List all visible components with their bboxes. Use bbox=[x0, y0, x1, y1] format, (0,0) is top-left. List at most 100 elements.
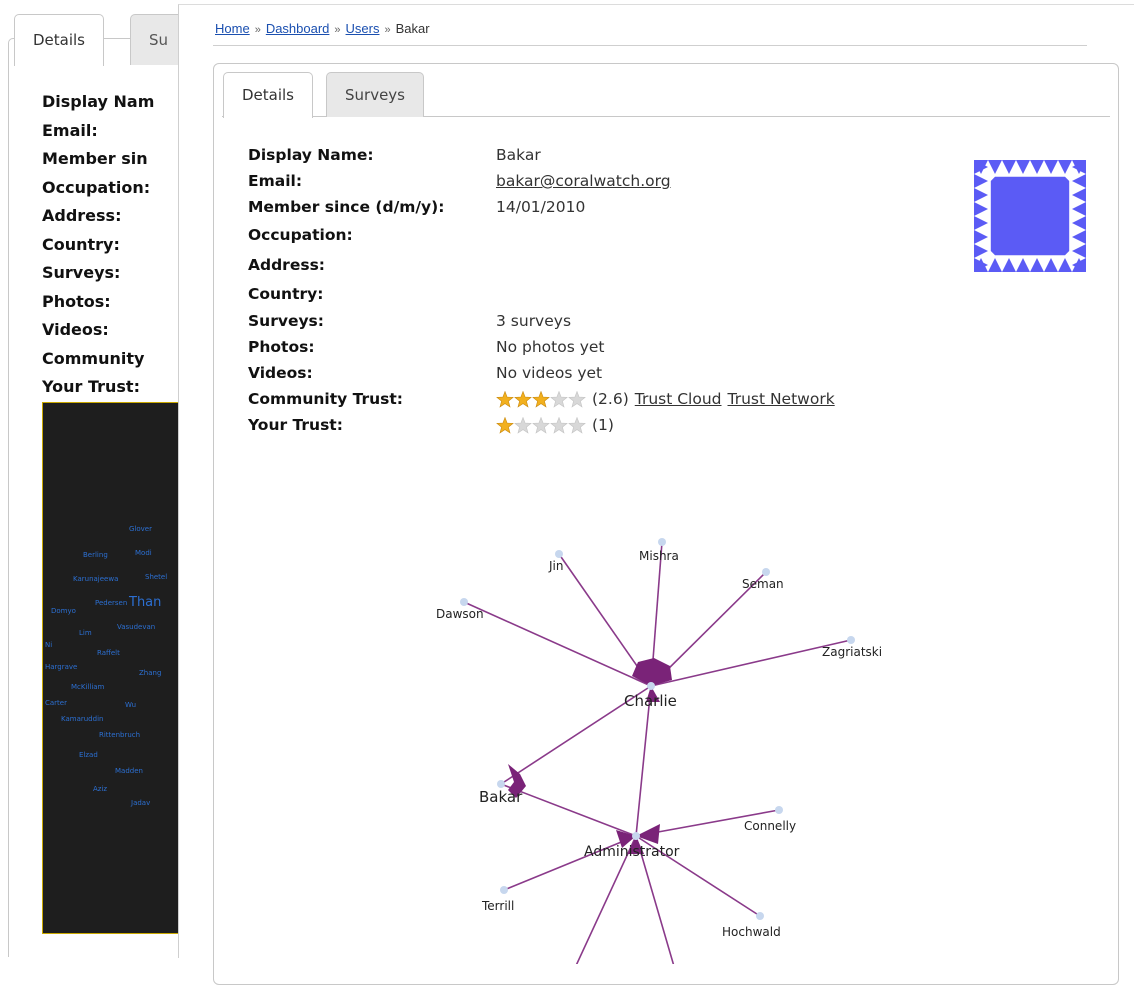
star-empty-icon[interactable] bbox=[514, 416, 532, 434]
network-node-zagriatski[interactable] bbox=[847, 636, 855, 644]
cloud-word: Vasudevan bbox=[117, 623, 156, 631]
network-node-connelly[interactable] bbox=[775, 806, 783, 814]
display-name-value: Bakar bbox=[496, 146, 541, 164]
cloud-word: Hargrave bbox=[45, 663, 78, 671]
cloud-word: Rittenbruch bbox=[99, 731, 141, 739]
cloud-word: Wu bbox=[125, 701, 137, 709]
bg-label: Occupation: bbox=[42, 177, 151, 197]
your-trust-label: Your Trust: bbox=[248, 416, 343, 434]
network-node-terrill[interactable] bbox=[500, 886, 508, 894]
community-trust-label: Community Trust: bbox=[248, 390, 403, 408]
star-filled-icon[interactable] bbox=[496, 416, 514, 434]
network-node-dawson[interactable] bbox=[460, 598, 468, 606]
cloud-word: Than bbox=[129, 595, 162, 610]
breadcrumb: Home » Dashboard » Users » Bakar bbox=[215, 21, 430, 36]
address-label: Address: bbox=[248, 256, 325, 274]
breadcrumb-home-link[interactable]: Home bbox=[215, 21, 250, 36]
your-trust-value: (1) bbox=[592, 416, 614, 434]
breadcrumb-separator: » bbox=[254, 24, 261, 36]
cloud-word: Kamaruddin bbox=[61, 715, 104, 723]
cloud-word: Carter bbox=[45, 699, 67, 707]
network-node-seman[interactable] bbox=[762, 568, 770, 576]
network-node-jin[interactable] bbox=[555, 550, 563, 558]
bg-tab-details[interactable]: Details bbox=[14, 14, 105, 66]
tab-surveys[interactable]: Surveys bbox=[326, 72, 424, 117]
cloud-word: Shetel bbox=[145, 573, 168, 581]
identicon-shape bbox=[1030, 258, 1044, 272]
community-trust-row: Community Trust: (2.6) Trust Cloud Trust… bbox=[248, 386, 835, 412]
address-row: Address: bbox=[248, 250, 835, 280]
email-link[interactable]: bakar@coralwatch.org bbox=[496, 172, 671, 190]
trust-cloud-visual: Glover Berling Modi Karunajeewa Shetel D… bbox=[42, 402, 194, 934]
network-edge bbox=[463, 601, 652, 687]
display-name-label: Display Name: bbox=[248, 146, 374, 164]
identicon-shape bbox=[1058, 258, 1072, 272]
trust-cloud-link[interactable]: Trust Cloud bbox=[635, 390, 722, 408]
user-profile-window: Home » Dashboard » Users » Bakar Details Surve… bbox=[178, 4, 1134, 985]
cloud-word: Madden bbox=[115, 767, 143, 775]
network-node-label: Terrill bbox=[481, 899, 514, 913]
identicon-shape bbox=[1072, 230, 1086, 244]
star-empty-icon[interactable] bbox=[550, 416, 568, 434]
community-trust-value: (2.6) bbox=[592, 390, 629, 408]
breadcrumb-separator: » bbox=[384, 24, 391, 36]
community-trust-stars bbox=[496, 390, 586, 408]
cloud-word: Glover bbox=[129, 525, 152, 533]
identicon-shape bbox=[974, 216, 988, 230]
network-node-administrator[interactable] bbox=[632, 832, 640, 840]
photos-label: Photos: bbox=[248, 338, 315, 356]
details-panel: Details Surveys Display Name: Bakar Emai… bbox=[213, 63, 1119, 985]
surveys-row: Surveys: 3 surveys bbox=[248, 308, 835, 334]
videos-row: Videos: No videos yet bbox=[248, 360, 835, 386]
star-empty-icon bbox=[550, 390, 568, 408]
photos-row: Photos: No photos yet bbox=[248, 334, 835, 360]
identicon-shape bbox=[974, 188, 988, 202]
network-node-label: Charlie bbox=[624, 692, 677, 710]
bg-label: Surveys: bbox=[42, 263, 121, 282]
star-filled-icon bbox=[514, 390, 532, 408]
identicon-shape bbox=[1072, 216, 1086, 230]
your-trust-stars[interactable] bbox=[496, 416, 586, 434]
identicon-shape bbox=[1016, 160, 1030, 174]
identicon-shape bbox=[974, 230, 988, 244]
identicon-shape bbox=[974, 202, 988, 216]
star-filled-icon bbox=[496, 390, 514, 408]
network-node-label: Zagriatski bbox=[822, 645, 882, 659]
star-empty-icon[interactable] bbox=[532, 416, 550, 434]
network-node-hochwald[interactable] bbox=[756, 912, 764, 920]
identicon-shape bbox=[1016, 258, 1030, 272]
network-node-charlie[interactable] bbox=[647, 682, 655, 690]
identicon-shape bbox=[974, 174, 988, 188]
cloud-word: Jadav bbox=[131, 799, 151, 807]
network-node-bakar[interactable] bbox=[497, 780, 505, 788]
user-avatar-identicon bbox=[974, 160, 1086, 272]
videos-value: No videos yet bbox=[496, 364, 603, 382]
email-label: Email: bbox=[248, 172, 303, 190]
identicon-shape bbox=[1002, 258, 1016, 272]
country-label: Country: bbox=[248, 285, 324, 303]
cloud-word: Karunajeewa bbox=[73, 575, 119, 583]
bg-label: Member sin bbox=[42, 149, 148, 168]
breadcrumb-divider bbox=[213, 45, 1087, 46]
network-node-label: Administrator bbox=[584, 844, 680, 860]
identicon-shape bbox=[1058, 160, 1072, 174]
photos-value: No photos yet bbox=[496, 338, 605, 356]
cloud-word: Pedersen bbox=[95, 599, 128, 607]
breadcrumb-users-link[interactable]: Users bbox=[346, 21, 380, 36]
email-row: Email: bakar@coralwatch.org bbox=[248, 168, 835, 194]
tab-details[interactable]: Details bbox=[223, 72, 314, 118]
videos-label: Videos: bbox=[248, 364, 313, 382]
identicon-shape bbox=[1072, 174, 1086, 188]
trust-network-link[interactable]: Trust Network bbox=[728, 390, 835, 408]
member-since-label: Member since (d/m/y): bbox=[248, 198, 445, 216]
network-node-label: Jin bbox=[548, 559, 563, 573]
bg-label: Your Trust: bbox=[42, 377, 140, 396]
bg-label: Email: bbox=[42, 120, 98, 140]
trust-network-graph: Charlie Administrator Bakar Jin Mishra Seman Z… bbox=[436, 538, 882, 964]
network-node-mishra[interactable] bbox=[658, 538, 666, 546]
cloud-word: Lim bbox=[79, 629, 92, 637]
breadcrumb-dashboard-link[interactable]: Dashboard bbox=[266, 21, 330, 36]
member-since-row: Member since (d/m/y): 14/01/2010 bbox=[248, 194, 835, 220]
star-empty-icon[interactable] bbox=[568, 416, 586, 434]
cloud-word: Domyo bbox=[51, 607, 76, 615]
